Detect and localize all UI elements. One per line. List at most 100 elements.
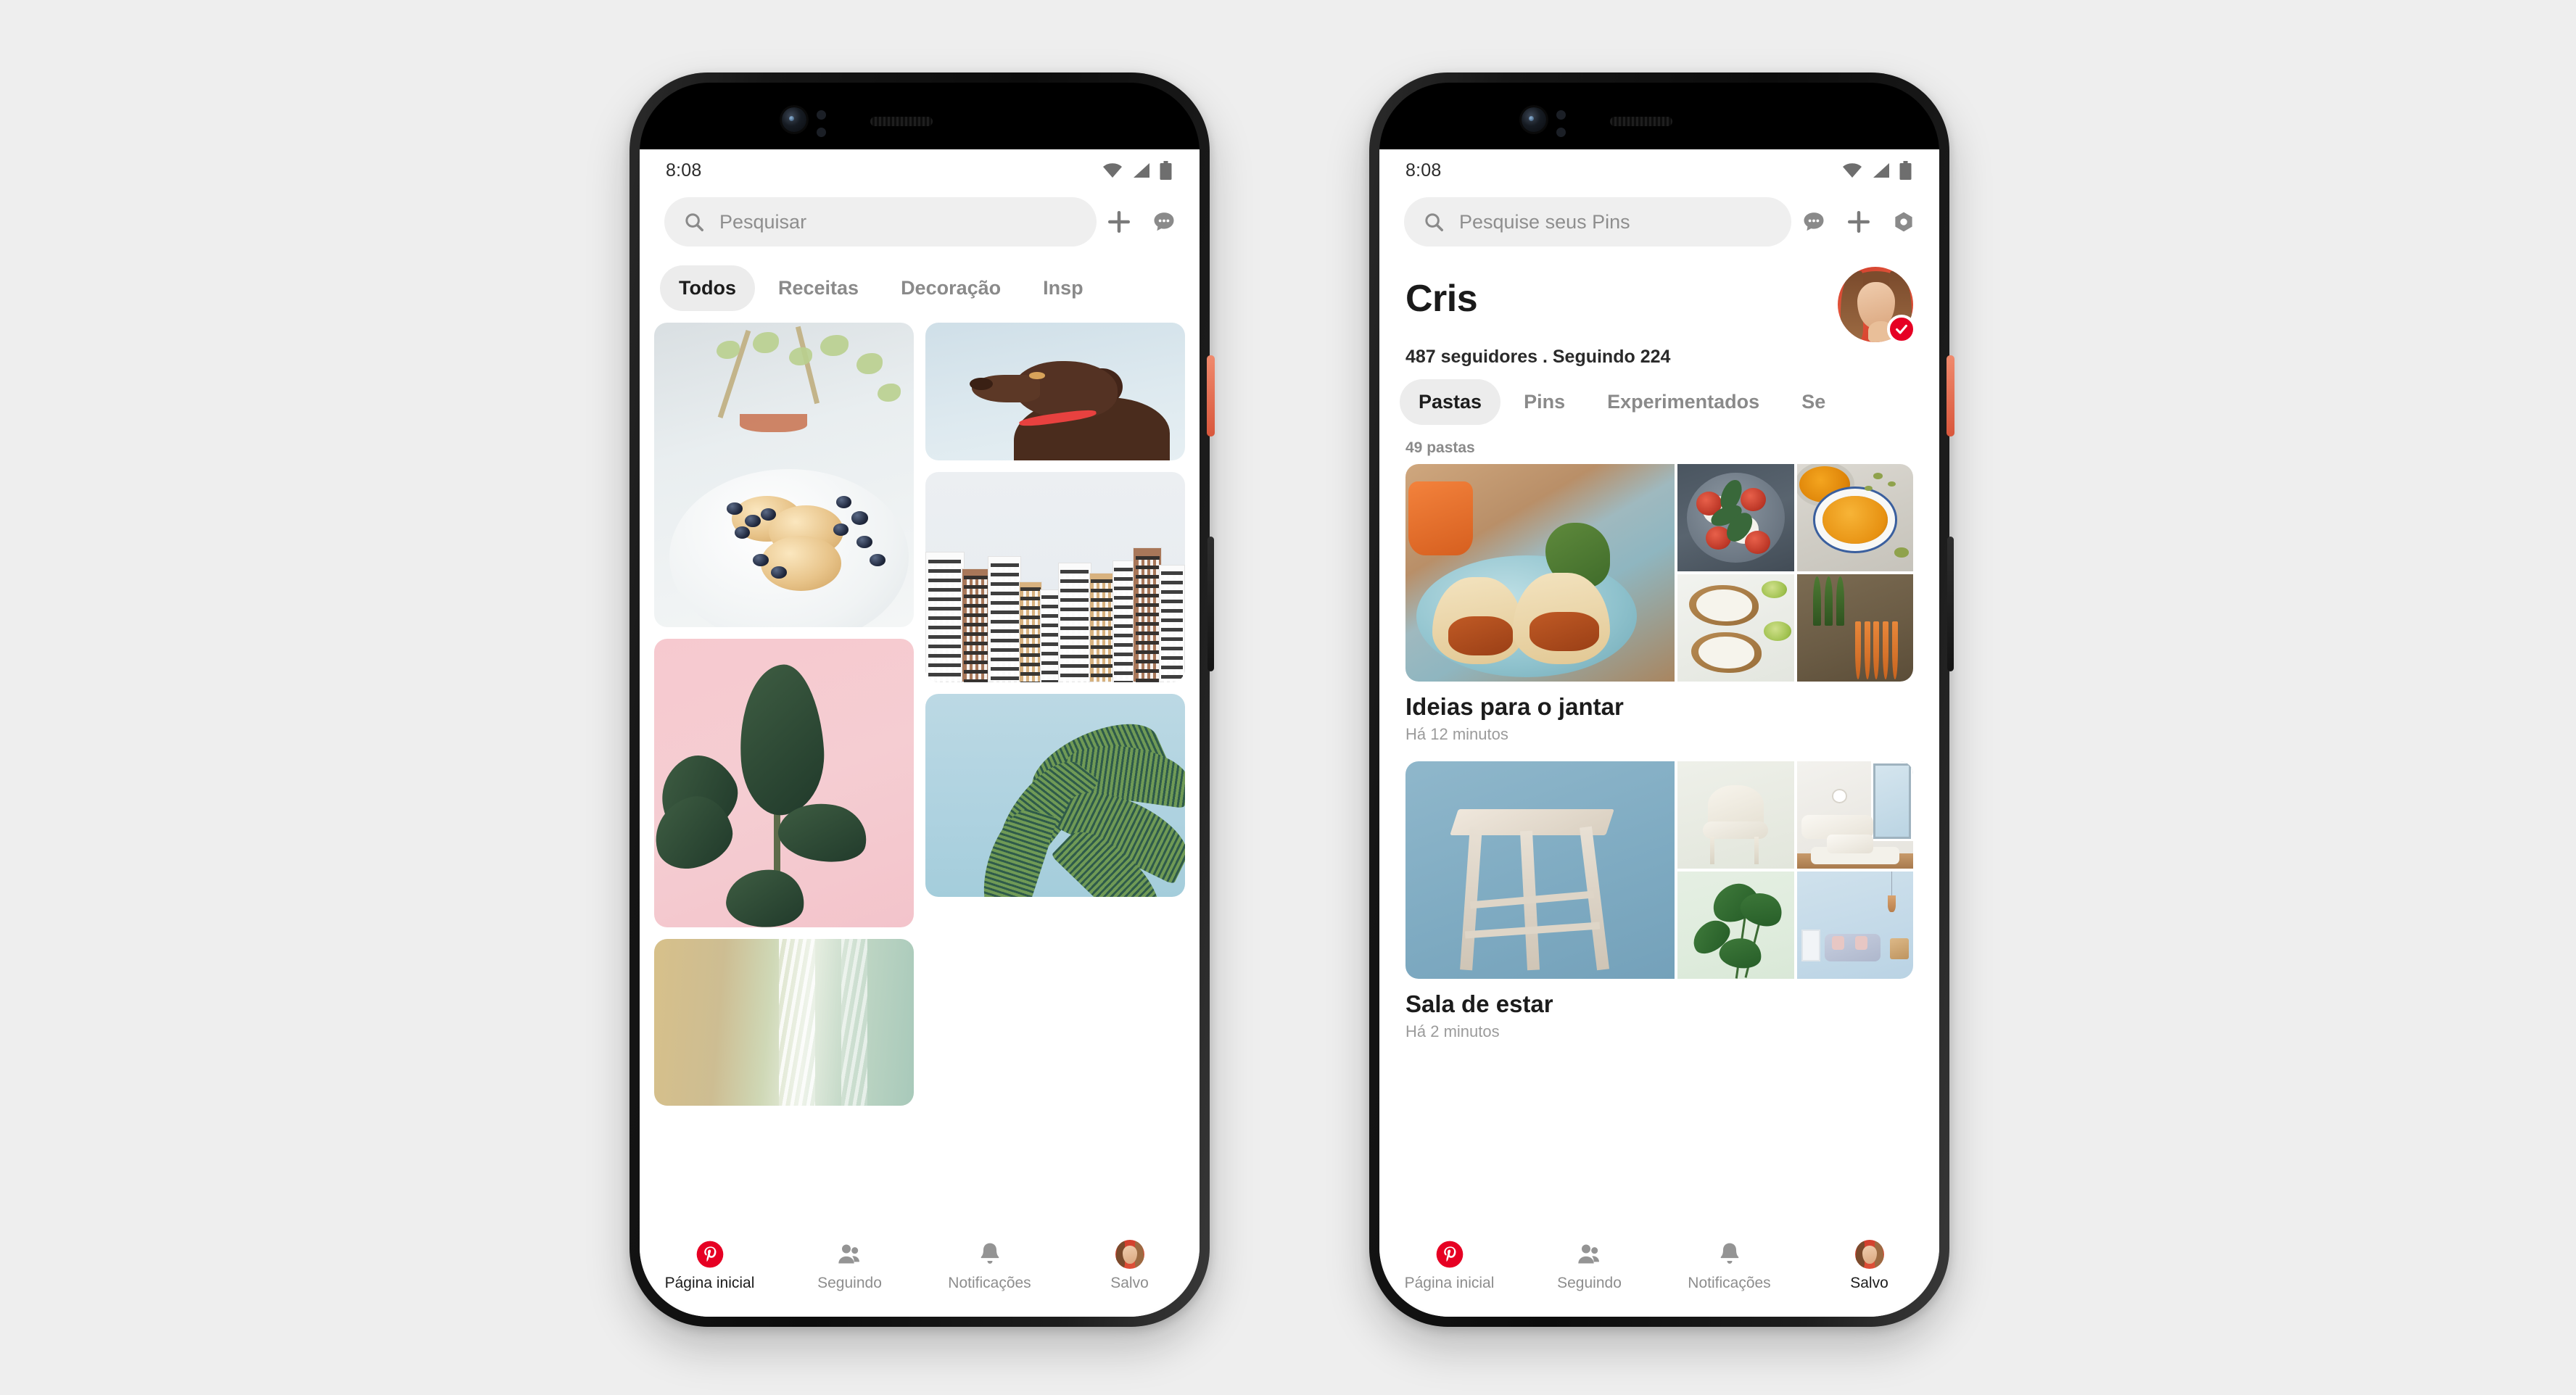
board-collage [1405,464,1913,682]
plus-icon [1848,211,1870,233]
volume-button[interactable] [1947,537,1954,671]
board-collage [1405,761,1913,979]
boards-count: 49 pastas [1405,439,1475,456]
pinterest-logo-icon [696,1241,723,1268]
nav-item-saved[interactable]: Salvo [1799,1240,1939,1292]
board-tile [1677,464,1794,571]
plus-icon [1108,211,1130,233]
pin-image [925,472,1185,682]
tab-pins[interactable]: Pins [1505,379,1584,425]
tab-experimentados[interactable]: Experimentados [1588,379,1778,425]
search-icon [1425,213,1443,231]
people-icon [838,1244,859,1264]
board-tile [1677,872,1794,979]
pin-palm-tree[interactable] [925,694,1185,897]
volume-button[interactable] [1208,537,1214,671]
pin-plant-pink[interactable] [654,639,914,927]
earpiece-speaker [870,117,933,126]
bottom-nav-left: Página inicial Seguindo Notificações Sal… [640,1231,1200,1317]
boards-list[interactable]: Ideias para o jantar Há 12 minutos Sala … [1379,464,1939,1317]
pin-image [925,694,1185,897]
search-placeholder: Pesquisar [719,210,807,233]
board-card[interactable]: Ideias para o jantar Há 12 minutos [1405,464,1913,744]
profile-avatar[interactable] [1838,267,1916,344]
category-tabs-left: Todos Receitas Decoração Insp [640,254,1200,323]
pin-image [654,639,914,927]
search-icon [685,213,703,231]
earpiece-speaker [1610,117,1672,126]
front-camera-icon [1522,107,1546,132]
light-sensor-icon [817,128,826,137]
search-placeholder: Pesquise seus Pins [1459,210,1630,233]
nav-item-notifications[interactable]: Notificações [920,1240,1060,1292]
header-actions-right [1791,197,1926,247]
profile-tabs: Pastas Pins Experimentados Se [1379,368,1939,436]
nav-item-home[interactable]: Página inicial [640,1240,780,1292]
status-icons [1842,161,1912,180]
nav-item-following[interactable]: Seguindo [1519,1240,1659,1292]
phone-top-bezel [640,83,1200,149]
pin-image [654,323,914,627]
nav-item-notifications[interactable]: Notificações [1659,1240,1799,1292]
board-tile [1796,464,1913,571]
pin-beach-aerial[interactable] [654,939,914,1106]
tab-decoracao[interactable]: Decoração [882,265,1020,311]
nav-label: Salvo [1110,1275,1149,1291]
tab-pastas[interactable]: Pastas [1400,379,1501,425]
nav-label: Salvo [1850,1275,1888,1291]
verified-badge-icon [1887,315,1916,344]
power-button[interactable] [1947,355,1954,436]
gear-icon [1895,212,1912,232]
people-icon [1577,1244,1599,1264]
board-tile [1796,761,1913,869]
tab-todos[interactable]: Todos [660,265,755,311]
settings-button[interactable] [1881,197,1926,247]
signal-icon [1873,163,1889,178]
light-sensor-icon [1556,128,1566,137]
tab-inspiracao[interactable]: Insp [1024,265,1102,311]
pin-image [925,323,1185,460]
nav-item-saved[interactable]: Salvo [1060,1240,1200,1292]
board-tile-column-2 [1796,761,1913,979]
board-tile [1796,574,1913,682]
wifi-icon [1843,163,1862,178]
search-row-left: Pesquisar [640,191,1200,254]
proximity-sensor-icon [1556,110,1566,120]
status-time: 8:08 [666,160,702,181]
search-input[interactable]: Pesquise seus Pins [1404,197,1791,247]
board-tile-column-1 [1677,761,1794,979]
nav-label: Notificações [948,1275,1031,1291]
profile-header: Cris [1379,254,1939,344]
bell-icon [1720,1243,1738,1264]
board-tile-column-1 [1677,464,1794,682]
board-tile [1677,761,1794,869]
messages-button[interactable] [1791,197,1836,247]
nav-item-following[interactable]: Seguindo [780,1240,920,1292]
pin-feed-grid[interactable] [640,323,1200,1317]
search-input[interactable]: Pesquisar [664,197,1097,247]
pin-chocolate-labrador[interactable] [925,323,1185,460]
screen-left: 8:08 Pesquisar Todos Receitas Decoração … [640,149,1200,1317]
power-button[interactable] [1207,355,1215,436]
board-card[interactable]: Sala de estar Há 2 minutos [1405,761,1913,1041]
create-pin-button[interactable] [1836,197,1881,247]
pin-pancakes-blueberries[interactable] [654,323,914,627]
tab-seguindo[interactable]: Se [1783,379,1844,425]
battery-icon [1160,161,1172,180]
status-time: 8:08 [1405,160,1442,181]
nav-label: Seguindo [1557,1275,1622,1291]
create-pin-button[interactable] [1097,197,1142,247]
board-updated: Há 12 minutos [1405,725,1508,743]
messages-button[interactable] [1142,197,1186,247]
profile-name: Cris [1405,278,1478,320]
nav-label: Seguindo [817,1275,882,1291]
chat-bubble-icon [1154,212,1174,231]
signal-icon [1134,163,1149,178]
pin-apartment-buildings[interactable] [925,472,1185,682]
tab-receitas[interactable]: Receitas [759,265,878,311]
board-tile-main [1405,464,1675,682]
board-tile-column-2 [1796,464,1913,682]
pinterest-logo-icon [1436,1241,1463,1268]
nav-item-home[interactable]: Página inicial [1379,1240,1519,1292]
avatar-icon [1854,1240,1884,1269]
